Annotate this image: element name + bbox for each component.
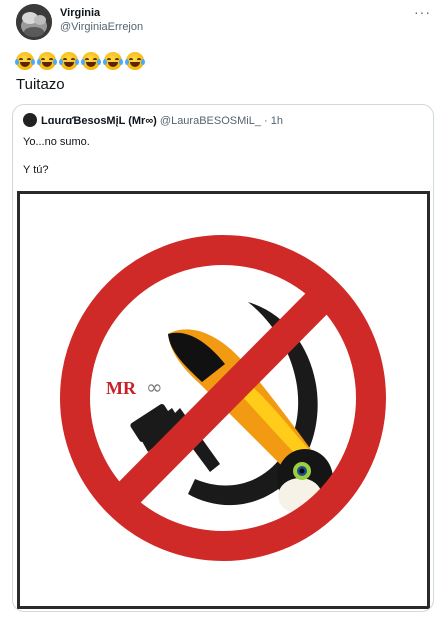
quoted-author-name: LɑuɾɑƁesosMįL (Mr∞) xyxy=(41,115,157,127)
quoted-tweet-header: LɑuɾɑƁesosMįL (Mr∞) @LauraBESOSMiL_ · 1h xyxy=(23,113,283,128)
quoted-tweet[interactable]: LɑuɾɑƁesosMįL (Mr∞) @LauraBESOSMiL_ · 1h… xyxy=(12,104,434,612)
infinity-symbol: ∞ xyxy=(146,375,163,399)
face-with-tears-of-joy-icon xyxy=(81,52,101,71)
quoted-time: · 1h xyxy=(264,115,283,127)
author-info: Virginia @VirginiaErrejon xyxy=(60,6,143,34)
face-with-tears-of-joy-icon xyxy=(59,52,79,71)
tweet: Virginia @VirginiaErrejon ··· Tuitazo Lɑ… xyxy=(0,0,445,620)
tweet-text: Tuitazo xyxy=(16,76,65,93)
face-with-tears-of-joy-icon xyxy=(103,52,123,71)
quoted-author-avatar xyxy=(23,113,37,127)
quoted-author-handle: @LauraBESOSMiL_ xyxy=(159,115,261,127)
quoted-image[interactable]: MR ∞ xyxy=(17,191,430,609)
author-name[interactable]: Virginia xyxy=(60,6,143,20)
face-with-tears-of-joy-icon xyxy=(37,52,57,71)
face-with-tears-of-joy-icon xyxy=(15,52,35,71)
face-with-tears-of-joy-icon xyxy=(125,52,145,71)
quoted-line-1: Yo...no sumo. xyxy=(23,136,90,148)
quoted-line-2: Y tú? xyxy=(23,164,49,176)
prohibited-toucan-image: MR ∞ xyxy=(20,194,427,606)
author-avatar[interactable] xyxy=(16,4,52,40)
author-handle[interactable]: @VirginiaErrejon xyxy=(60,20,143,34)
logo-text: MR xyxy=(106,378,137,398)
quoted-tweet-text: Yo...no sumo. Y tú? xyxy=(23,135,90,177)
emoji-row xyxy=(15,50,148,71)
more-options-icon[interactable]: ··· xyxy=(414,4,431,20)
